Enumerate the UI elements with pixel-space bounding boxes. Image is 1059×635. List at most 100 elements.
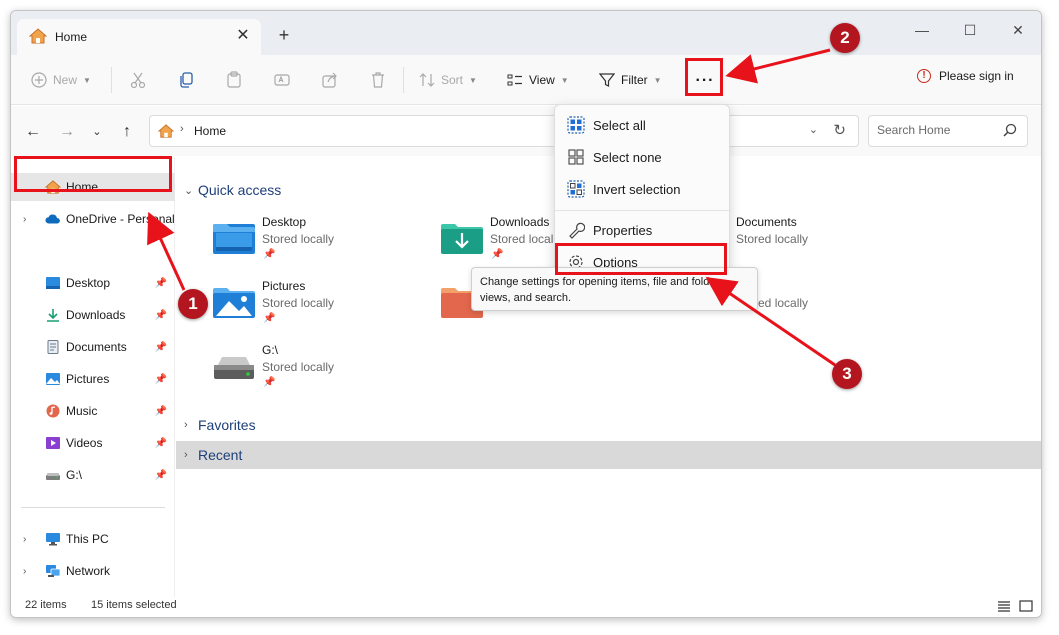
recent-locations-button[interactable]: ⌄ bbox=[87, 122, 107, 142]
sidebar-item-network[interactable]: › Network bbox=[11, 557, 175, 585]
quick-access-item-desktop[interactable]: Desktop Stored locally 📌 bbox=[212, 215, 432, 271]
search-input[interactable] bbox=[877, 123, 997, 137]
paste-button[interactable] bbox=[225, 69, 243, 91]
status-bar: 22 items 15 items selected bbox=[11, 597, 1041, 617]
chevron-down-icon: ▼ bbox=[653, 75, 662, 85]
cut-icon bbox=[130, 72, 146, 89]
pin-icon: 📌 bbox=[154, 373, 167, 385]
menu-item-invert-selection[interactable]: Invert selection bbox=[559, 174, 727, 204]
menu-item-properties[interactable]: Properties bbox=[559, 215, 727, 245]
up-button[interactable]: ↑ bbox=[117, 122, 137, 142]
forward-button[interactable]: → bbox=[57, 122, 77, 142]
menu-item-label: Select none bbox=[593, 149, 662, 165]
share-button[interactable] bbox=[321, 69, 339, 91]
item-count: 22 items bbox=[25, 599, 67, 611]
command-bar: New ▼ Sort ▼ View ▼ Filter ▼ ··· ! Pleas… bbox=[11, 55, 1041, 105]
chevron-down-icon[interactable]: ⌄ bbox=[809, 123, 818, 136]
tab-close-icon[interactable]: ✕ bbox=[233, 26, 253, 46]
desktop-folder-icon bbox=[213, 224, 255, 254]
address-bar[interactable]: › Home ⌄ ↻ bbox=[149, 115, 859, 147]
sidebar-item-pictures[interactable]: Pictures 📌 bbox=[11, 365, 175, 393]
favorites-header[interactable]: › Favorites bbox=[176, 411, 1041, 439]
rename-icon bbox=[274, 74, 290, 86]
download-icon bbox=[47, 309, 59, 322]
item-status: Stored locally bbox=[736, 232, 809, 246]
expand-chevron-icon[interactable]: › bbox=[23, 534, 26, 545]
maximize-button[interactable]: ☐ bbox=[947, 15, 993, 45]
annotation-highlight-more bbox=[685, 58, 723, 96]
item-status: Stored locally bbox=[262, 232, 335, 246]
sidebar-item-label: Music bbox=[66, 404, 98, 418]
sign-in-link[interactable]: ! Please sign in bbox=[917, 69, 1014, 83]
copy-icon bbox=[180, 72, 193, 88]
group-label: Recent bbox=[198, 447, 243, 463]
quick-access-item-g-drive[interactable]: G:\ Stored locally 📌 bbox=[212, 343, 432, 399]
select-none-icon bbox=[568, 149, 584, 165]
quick-access-item-pictures[interactable]: Pictures Stored locally 📌 bbox=[212, 279, 432, 335]
sidebar-item-music[interactable]: Music 📌 bbox=[11, 397, 175, 425]
new-button[interactable]: New ▼ bbox=[31, 69, 91, 91]
document-icon bbox=[47, 340, 59, 354]
sidebar-item-label: Desktop bbox=[66, 276, 111, 290]
breadcrumb[interactable]: Home bbox=[194, 124, 226, 138]
sidebar-item-label: Documents bbox=[66, 340, 127, 354]
filter-label: Filter bbox=[621, 73, 648, 87]
tab-home[interactable]: Home ✕ bbox=[17, 19, 261, 55]
sidebar-item-downloads[interactable]: Downloads 📌 bbox=[11, 301, 175, 329]
expand-chevron-icon[interactable]: › bbox=[23, 566, 26, 577]
drive-icon bbox=[214, 357, 254, 379]
delete-button[interactable] bbox=[369, 69, 387, 91]
sort-button[interactable]: Sort ▼ bbox=[419, 69, 477, 91]
navigation-pane: Home › OneDrive - Personal Desktop 📌 Dow… bbox=[11, 157, 175, 597]
item-status: Stored locally bbox=[262, 360, 335, 374]
group-label: Quick access bbox=[198, 182, 282, 198]
sort-label: Sort bbox=[441, 73, 464, 87]
minimize-button[interactable]: — bbox=[899, 15, 945, 45]
sidebar-item-onedrive[interactable]: › OneDrive - Personal bbox=[11, 205, 175, 233]
sidebar-item-label: G:\ bbox=[66, 468, 83, 482]
sidebar-item-label: This PC bbox=[66, 532, 109, 546]
downloads-folder-icon bbox=[441, 224, 483, 254]
details-view-icon[interactable] bbox=[997, 600, 1011, 612]
annotation-badge-2: 2 bbox=[830, 23, 860, 53]
cut-button[interactable] bbox=[129, 69, 147, 91]
close-button[interactable]: ✕ bbox=[995, 15, 1041, 45]
expand-chevron-icon[interactable]: › bbox=[23, 214, 26, 225]
filter-button[interactable]: Filter ▼ bbox=[599, 69, 662, 91]
menu-item-select-none[interactable]: Select none bbox=[559, 142, 727, 172]
sidebar-item-documents[interactable]: Documents 📌 bbox=[11, 333, 175, 361]
search-box[interactable] bbox=[868, 115, 1028, 147]
view-button[interactable]: View ▼ bbox=[507, 69, 569, 91]
menu-item-label: Select all bbox=[593, 117, 646, 133]
copy-button[interactable] bbox=[177, 69, 195, 91]
network-icon bbox=[46, 565, 61, 577]
toolbar-divider bbox=[111, 67, 112, 93]
pin-icon: 📌 bbox=[263, 313, 276, 324]
pin-icon: 📌 bbox=[154, 277, 167, 289]
chevron-down-icon: ⌄ bbox=[184, 184, 194, 197]
new-tab-button[interactable]: + bbox=[273, 25, 295, 47]
menu-item-label: Properties bbox=[593, 222, 653, 238]
sidebar-item-desktop[interactable]: Desktop 📌 bbox=[11, 269, 175, 297]
chevron-down-icon: ▼ bbox=[560, 75, 569, 85]
alert-icon: ! bbox=[917, 69, 931, 83]
item-name: Documents bbox=[736, 215, 797, 229]
sidebar-item-label: Downloads bbox=[66, 308, 126, 322]
tiles-view-icon[interactable] bbox=[1019, 600, 1033, 612]
sidebar-item-this-pc[interactable]: › This PC bbox=[11, 525, 175, 553]
rename-button[interactable] bbox=[273, 69, 291, 91]
sidebar-item-videos[interactable]: Videos 📌 bbox=[11, 429, 175, 457]
refresh-icon[interactable]: ↻ bbox=[833, 121, 846, 139]
annotation-highlight-options bbox=[555, 243, 727, 275]
pin-icon: 📌 bbox=[491, 249, 504, 260]
recent-header[interactable]: › Recent bbox=[176, 441, 1041, 469]
sidebar-divider bbox=[21, 507, 165, 508]
menu-item-select-all[interactable]: Select all bbox=[559, 110, 727, 140]
new-icon bbox=[31, 72, 47, 88]
sidebar-item-g-drive[interactable]: G:\ 📌 bbox=[11, 461, 175, 489]
pin-icon: 📌 bbox=[154, 341, 167, 353]
chevron-down-icon: ▼ bbox=[83, 75, 91, 85]
back-button[interactable]: ← bbox=[23, 122, 43, 142]
invert-selection-icon bbox=[567, 180, 585, 198]
sort-icon bbox=[419, 73, 435, 87]
